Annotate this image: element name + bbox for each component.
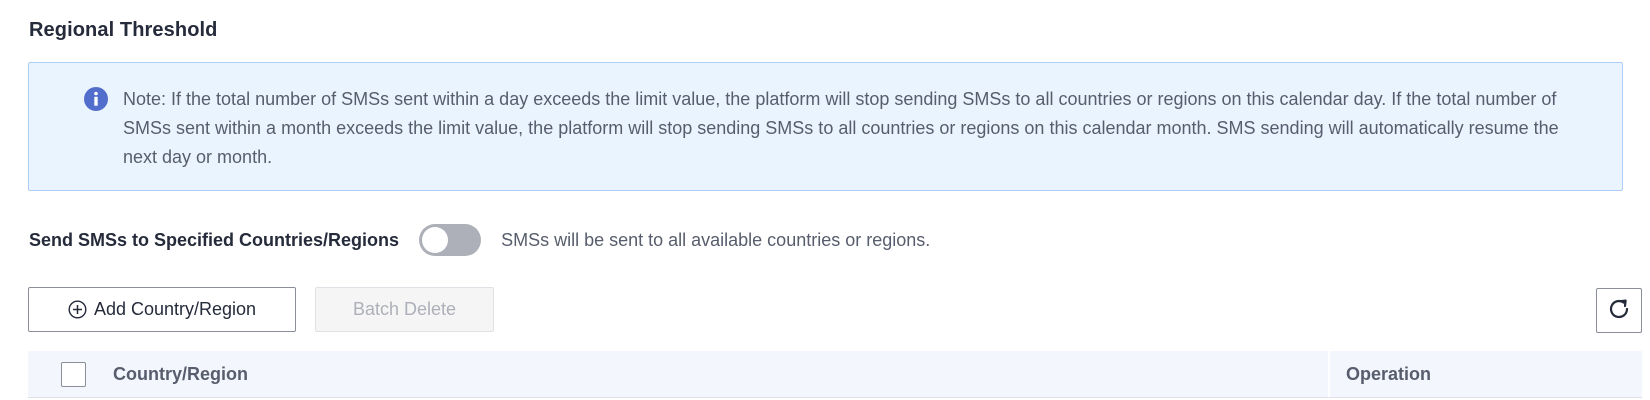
refresh-button[interactable]	[1596, 288, 1642, 333]
column-divider	[1328, 351, 1330, 397]
specified-regions-row: Send SMSs to Specified Countries/Regions…	[29, 224, 930, 256]
specified-regions-toggle[interactable]	[419, 224, 482, 256]
info-icon	[84, 87, 108, 111]
batch-delete-button[interactable]: Batch Delete	[315, 287, 494, 332]
refresh-icon	[1606, 296, 1632, 325]
regional-threshold-page: Regional Threshold Note: If the total nu…	[0, 0, 1650, 400]
select-all-checkbox[interactable]	[61, 362, 86, 387]
toggle-description: SMSs will be sent to all available count…	[501, 229, 931, 250]
add-country-region-button[interactable]: Add Country/Region	[28, 287, 296, 332]
plus-circle-icon	[68, 300, 87, 319]
column-header-country-region[interactable]: Country/Region	[113, 351, 248, 397]
note-alert: Note: If the total number of SMSs sent w…	[28, 62, 1623, 191]
add-country-region-label: Add Country/Region	[93, 299, 257, 319]
toggle-knob	[422, 227, 449, 253]
specified-regions-label: Send SMSs to Specified Countries/Regions	[29, 229, 400, 250]
column-header-operation: Operation	[1346, 364, 1432, 384]
section-title: Regional Threshold	[29, 19, 218, 41]
table-header: Country/Region Operation	[28, 351, 1642, 398]
note-text: Note: If the total number of SMSs sent w…	[123, 89, 1559, 167]
